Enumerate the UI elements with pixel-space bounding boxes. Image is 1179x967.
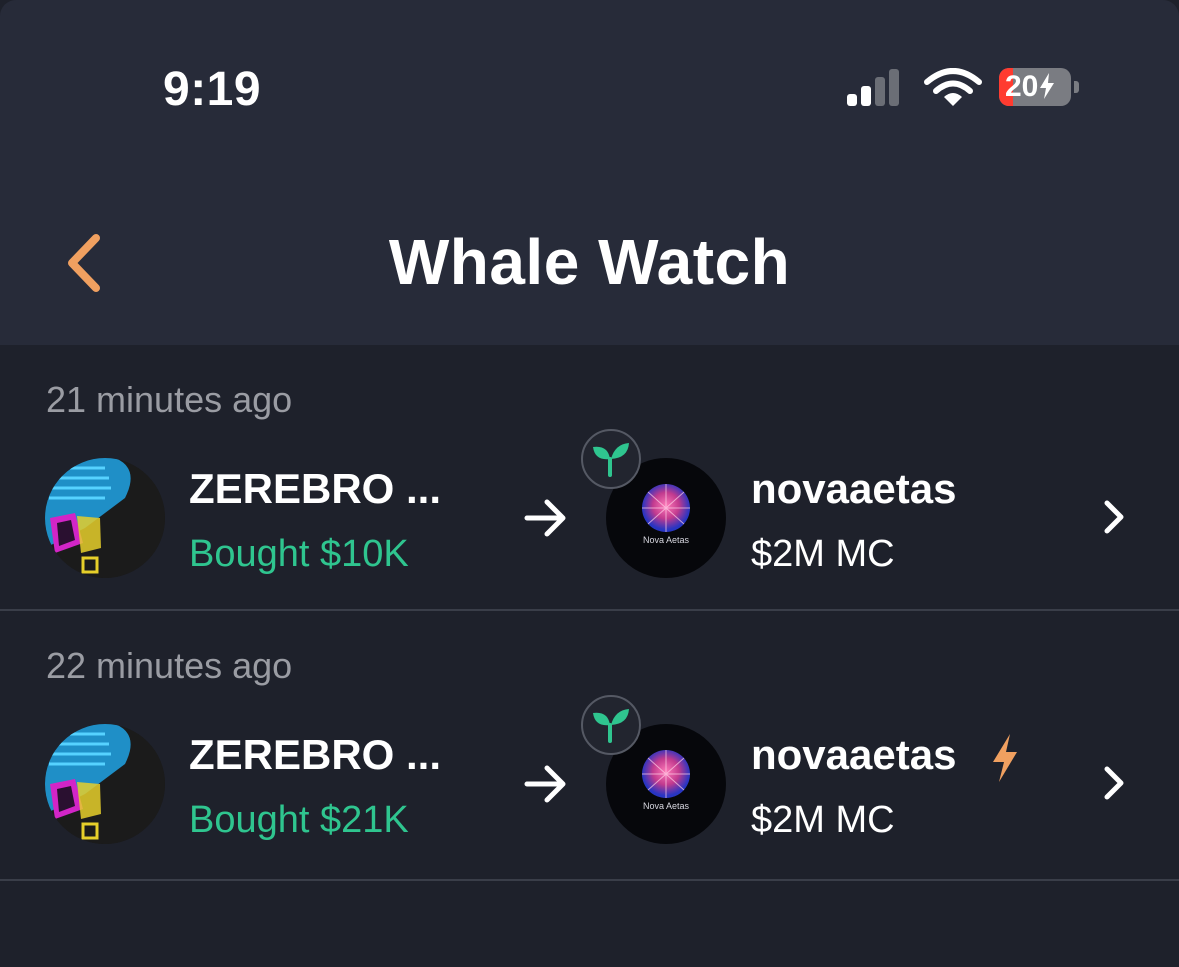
whale-avatar[interactable] [45,724,165,844]
arrow-right-icon [524,765,566,803]
whale-avatar[interactable] [45,458,165,578]
arrow-right-icon [524,499,566,537]
market-cap: $2M MC [751,533,895,575]
sprout-icon [593,443,629,477]
token-avatar-label: Nova Aetas [642,801,690,811]
trade-timestamp: 22 minutes ago [46,645,293,686]
top-bar: 9:19 20 Whale Watch [0,0,1179,345]
charging-bolt-icon [1040,73,1055,99]
market-cap: $2M MC [751,799,895,841]
whale-watch-screen: 9:19 20 Whale Watch 21 minutes ago ZEREB… [0,0,1179,967]
page-title: Whale Watch [388,226,791,298]
lightning-bolt-icon [993,734,1017,782]
new-token-badge [581,695,641,755]
status-icons: 20 [845,68,1085,108]
cellular-signal-icon [847,69,899,106]
token-name: novaaetas [751,731,957,778]
trade-row[interactable]: 22 minutes ago ZEREBRO ... Bought $21K N… [0,611,1179,881]
whale-name: ZEREBRO ... [189,465,442,512]
battery-icon: 20 [999,68,1071,106]
whale-name: ZEREBRO ... [189,731,442,778]
chevron-right-icon[interactable] [1099,763,1129,803]
token-name: novaaetas [751,465,957,512]
new-token-badge [581,429,641,489]
whale-avatar-art [45,724,165,844]
trade-timestamp: 21 minutes ago [46,379,293,420]
trade-list: 21 minutes ago ZEREBRO ... Bought $10K N… [0,345,1179,881]
whale-avatar-art [45,458,165,578]
battery-percent: 20 [1005,70,1039,103]
status-time: 9:19 [163,63,262,116]
sprout-icon [593,709,629,743]
token-avatar-label: Nova Aetas [642,535,690,545]
battery-nub [1074,81,1079,93]
trade-action: Bought $10K [189,533,409,575]
wifi-icon [924,68,982,106]
trade-action: Bought $21K [189,799,409,841]
trade-row[interactable]: 21 minutes ago ZEREBRO ... Bought $10K N… [0,345,1179,611]
chevron-right-icon[interactable] [1099,497,1129,537]
